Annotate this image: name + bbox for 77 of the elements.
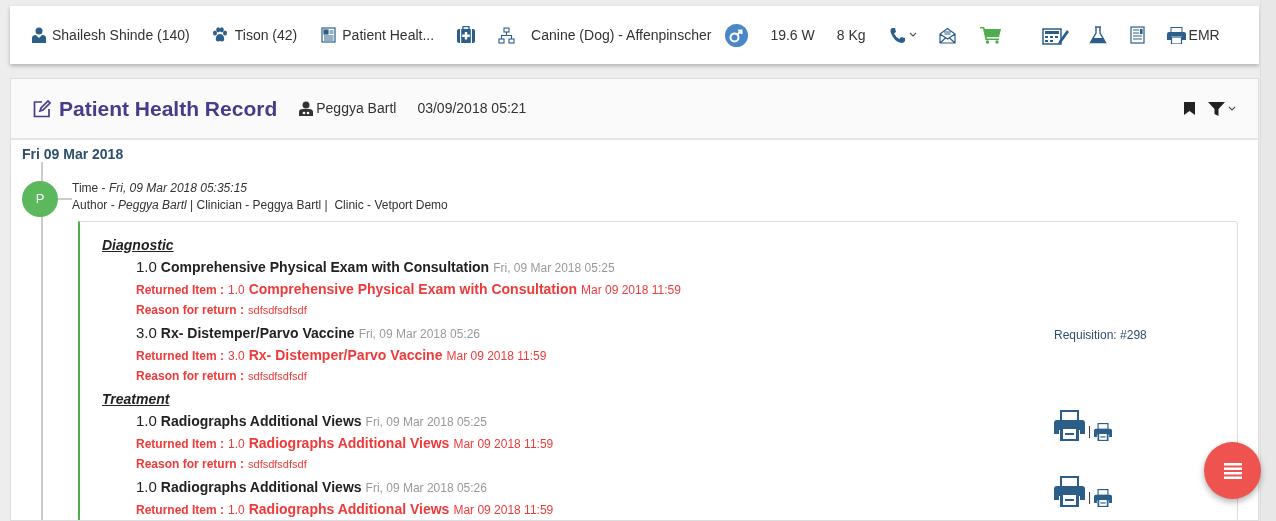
date-heading: Fri 09 Mar 2018 bbox=[22, 145, 125, 164]
chevron-down-icon[interactable] bbox=[1228, 105, 1236, 112]
envelope-icon[interactable] bbox=[938, 26, 956, 44]
returned-quantity: 3.0 bbox=[228, 348, 245, 365]
section-title: Treatment bbox=[102, 390, 171, 408]
printer-icon[interactable] bbox=[1054, 410, 1085, 441]
item-name: Comprehensive Physical Exam with Consultation bbox=[160, 258, 490, 277]
returned-time: Mar 09 2018 11:59 bbox=[446, 348, 547, 365]
returned-quantity: 1.0 bbox=[228, 502, 245, 519]
section-title: Diagnostic bbox=[102, 236, 175, 254]
user-icon bbox=[32, 27, 46, 43]
cart-icon[interactable] bbox=[979, 26, 1002, 44]
printer-icon[interactable] bbox=[1094, 489, 1113, 507]
calculator-icon[interactable] bbox=[1041, 25, 1070, 45]
returned-item-name: Comprehensive Physical Exam with Consultation bbox=[248, 280, 577, 299]
returned-quantity: 1.0 bbox=[228, 436, 245, 453]
reason-label: Reason for return : bbox=[136, 302, 244, 319]
species-text: Canine (Dog) - Affenpinscher bbox=[531, 25, 712, 45]
bookmark-icon[interactable] bbox=[1184, 102, 1195, 115]
owner-link[interactable]: Shailesh Shinde (140) bbox=[52, 24, 190, 46]
entry-author: Author - Peggya Bartl | Clinician - Peggya Bartl | Clinic - Vetport Demo bbox=[72, 197, 449, 214]
returned-item-name: Radiographs Additional Views bbox=[248, 434, 450, 453]
item-quantity: 1.0 bbox=[136, 257, 157, 277]
emr-link[interactable]: EMR bbox=[1188, 24, 1220, 46]
entry-time: Time - Fri, 09 Mar 2018 05:35:15 bbox=[72, 180, 248, 197]
chevron-down-icon[interactable] bbox=[908, 32, 917, 38]
item-time: Fri, 09 Mar 2018 05:26 bbox=[365, 480, 487, 497]
returned-label: Returned Item : bbox=[136, 502, 224, 519]
separator-text: | bbox=[1088, 424, 1092, 438]
male-icon bbox=[725, 23, 749, 47]
phone-icon[interactable] bbox=[888, 26, 906, 44]
weight-text: 8 Kg bbox=[836, 25, 866, 45]
author-name: Peggya Bartl bbox=[316, 99, 397, 118]
returned-label: Returned Item : bbox=[136, 436, 224, 453]
item-name: Rx- Distemper/Parvo Vaccine bbox=[160, 324, 355, 343]
medical-kit-icon[interactable] bbox=[456, 26, 477, 44]
item-name: Radiographs Additional Views bbox=[160, 478, 362, 497]
returned-time: Mar 09 2018 11:59 bbox=[453, 436, 554, 453]
item-time: Fri, 09 Mar 2018 05:25 bbox=[493, 260, 615, 277]
item-name: Radiographs Additional Views bbox=[160, 412, 362, 431]
printer-icon[interactable] bbox=[1166, 26, 1186, 44]
separator-text: | bbox=[1088, 490, 1092, 504]
record-datetime: 03/09/2018 05:21 bbox=[417, 99, 527, 118]
record-icon bbox=[321, 27, 337, 43]
item-time: Fri, 09 Mar 2018 05:25 bbox=[365, 414, 487, 431]
author-avatar: P bbox=[22, 181, 58, 217]
page-title: Patient Health Record bbox=[59, 95, 278, 122]
returned-time: Mar 09 2018 11:59 bbox=[453, 502, 554, 519]
reason-text: sdfsdfsdfsdf bbox=[248, 457, 307, 472]
paw-icon bbox=[211, 27, 228, 43]
returned-time: Mar 09 2018 11:59 bbox=[581, 282, 681, 299]
item-quantity: 1.0 bbox=[136, 477, 157, 497]
item-quantity: 1.0 bbox=[136, 411, 157, 431]
printer-icon[interactable] bbox=[1094, 423, 1113, 441]
reason-label: Reason for return : bbox=[136, 368, 244, 385]
menu-icon bbox=[1223, 462, 1242, 479]
returned-label: Returned Item : bbox=[136, 282, 224, 299]
edit-icon bbox=[33, 99, 51, 118]
patient-link[interactable]: Tison (42) bbox=[234, 24, 298, 46]
reason-text: sdfsdfsdfsdf bbox=[248, 369, 307, 384]
reason-text: sdfsdfsdfsdf bbox=[248, 303, 307, 318]
item-time: Fri, 09 Mar 2018 05:26 bbox=[358, 326, 481, 343]
flask-icon[interactable] bbox=[1088, 26, 1107, 44]
item-quantity: 3.0 bbox=[136, 323, 157, 343]
reason-label: Reason for return : bbox=[136, 456, 244, 473]
filter-icon[interactable] bbox=[1208, 101, 1225, 116]
record-link[interactable]: Patient Healt... bbox=[342, 24, 435, 46]
doctor-icon bbox=[299, 101, 314, 116]
hierarchy-icon[interactable] bbox=[498, 26, 516, 44]
requisition-number: Requisition: #298 bbox=[1054, 328, 1147, 342]
printer-icon[interactable] bbox=[1054, 476, 1085, 507]
returned-item-name: Radiographs Additional Views bbox=[248, 500, 450, 519]
weight-text: 19.6 W bbox=[770, 25, 815, 45]
document-icon[interactable] bbox=[1129, 26, 1145, 44]
returned-item-name: Rx- Distemper/Parvo Vaccine bbox=[248, 346, 443, 365]
returned-quantity: 1.0 bbox=[228, 282, 245, 299]
returned-label: Returned Item : bbox=[136, 348, 224, 365]
